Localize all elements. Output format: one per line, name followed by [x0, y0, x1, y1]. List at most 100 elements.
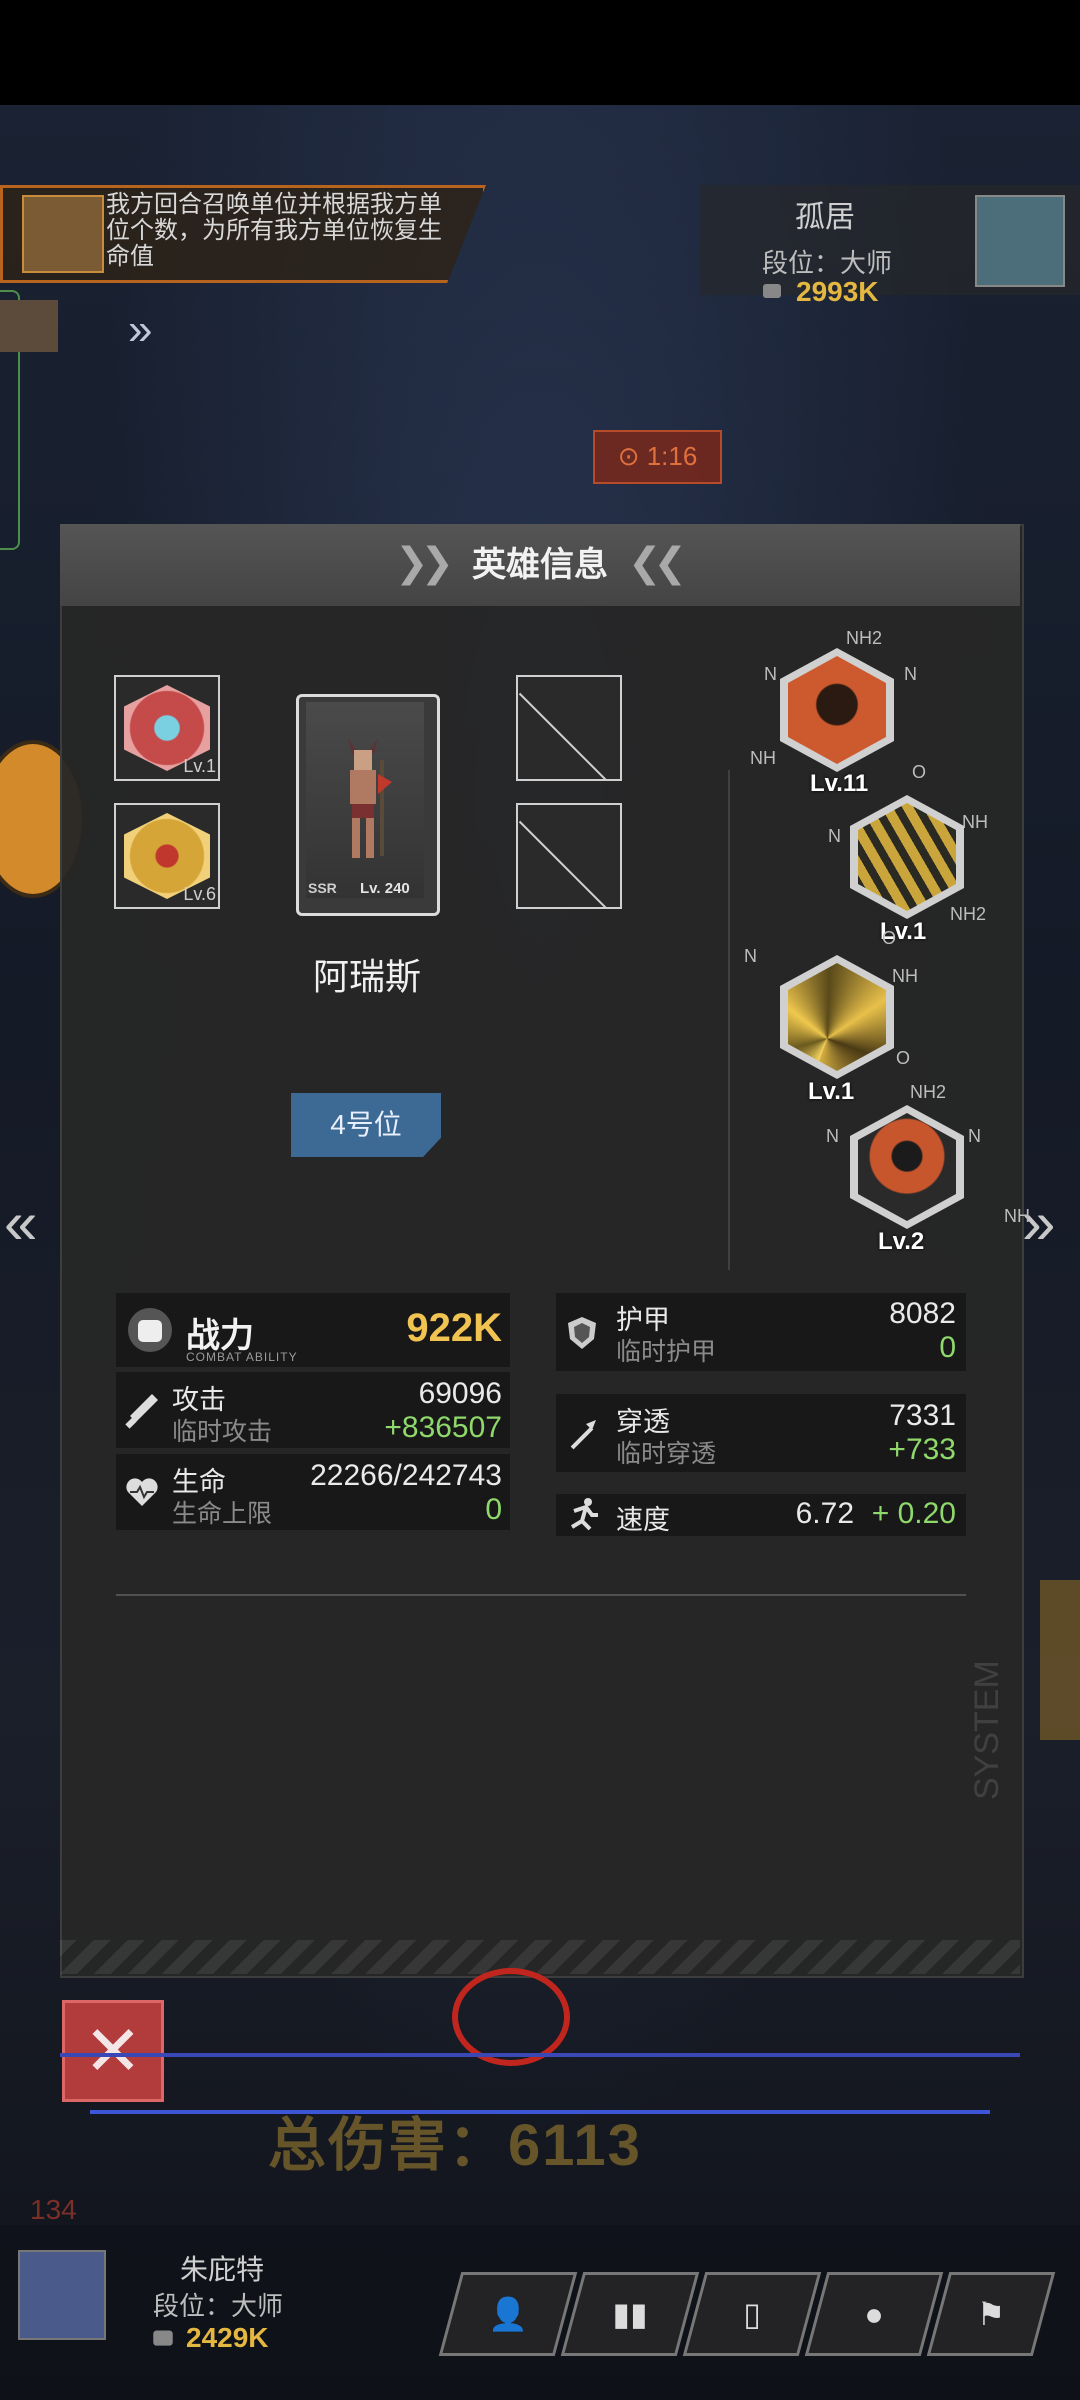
- equip-slot-2[interactable]: Lv.6: [114, 803, 220, 909]
- equip-slot-1[interactable]: Lv.1: [114, 675, 220, 781]
- temp-armor-value: 0: [939, 1331, 956, 1364]
- modal-hazard-stripe: [60, 1940, 1020, 1974]
- empty-slash-icon: [518, 820, 620, 907]
- running-icon: [570, 1498, 598, 1531]
- header-arrows-right-icon: ❯❯: [395, 541, 454, 585]
- player-name: 朱庇特: [180, 2254, 265, 2285]
- chem-label: NH: [962, 812, 988, 832]
- armor-value: 8082: [889, 1297, 956, 1330]
- hero-rarity: SSR: [308, 880, 337, 896]
- chem-label: N: [764, 664, 777, 684]
- opponent-name: 孤居: [795, 201, 855, 234]
- face-icon: ●: [864, 2296, 884, 2332]
- equip-slot-1-level: Lv.1: [183, 756, 216, 776]
- spear-icon: [570, 1420, 596, 1450]
- opponent-rank: 段位：大师: [762, 248, 893, 278]
- temp-attack-value: +836507: [384, 1411, 502, 1444]
- temp-pierce-value: +733: [888, 1433, 956, 1466]
- light-burst-icon: [788, 963, 886, 1071]
- stats-button[interactable]: ▮▮: [560, 2272, 700, 2356]
- header-arrows-left-icon: ❮❮: [628, 541, 687, 585]
- chem-label: N: [828, 826, 841, 846]
- surrender-button[interactable]: ⚑: [926, 2272, 1056, 2356]
- left-counter: 134: [30, 2194, 77, 2225]
- running-figure-icon: [858, 803, 956, 911]
- skill-3-level: Lv.1: [808, 1078, 855, 1105]
- max-hp-label: 生命上限: [172, 1500, 273, 1528]
- chem-label: NH2: [950, 904, 987, 924]
- chem-label: O: [882, 928, 897, 948]
- chem-label: NH: [750, 748, 776, 768]
- emote-button[interactable]: ●: [804, 2272, 944, 2356]
- fist-icon: [763, 284, 781, 298]
- ally-avatar[interactable]: [0, 300, 58, 352]
- chem-label: NH2: [910, 1082, 947, 1102]
- fist-icon: [128, 1308, 172, 1352]
- skill-4-level: Lv.2: [878, 1228, 925, 1255]
- fist-icon: [153, 2330, 173, 2346]
- opponent-avatar[interactable]: [975, 195, 1065, 287]
- prev-hero-arrow-icon[interactable]: «: [4, 1188, 37, 1257]
- hero-level: Lv. 240: [360, 880, 410, 897]
- empty-slot-2[interactable]: [516, 803, 622, 909]
- system-watermark: SYSTEM: [968, 1660, 1006, 1800]
- skill-1-level: Lv.11: [810, 770, 869, 797]
- bottle-icon: ▯: [743, 2296, 761, 2332]
- arena-line: [60, 2053, 1020, 2057]
- hp-value: 22266/242743: [310, 1459, 502, 1492]
- profile-button[interactable]: 👤: [438, 2272, 578, 2356]
- flame-beast-icon: [788, 656, 886, 764]
- red-target-ring: [452, 1968, 570, 2066]
- position-badge: 4号位: [291, 1093, 441, 1157]
- speed-label: 速度: [616, 1505, 670, 1535]
- chem-label: N: [904, 664, 917, 684]
- right-side-unit: [1040, 1580, 1080, 1740]
- flag-icon: ⚑: [976, 2296, 1006, 2332]
- empty-slash-icon: [518, 692, 620, 779]
- demon-icon: [858, 1113, 956, 1221]
- temp-pierce-label: 临时穿透: [616, 1440, 717, 1468]
- sword-icon: [125, 1394, 158, 1429]
- equip-slot-2-level: Lv.6: [183, 884, 216, 904]
- total-damage: 总伤害：6113: [268, 2113, 642, 2178]
- chem-label: NH: [1004, 1206, 1030, 1226]
- combat-value: 922K: [406, 1306, 502, 1350]
- max-hp-bonus: 0: [485, 1493, 502, 1526]
- chem-label: O: [912, 762, 927, 782]
- opponent-power: 2993K: [796, 276, 879, 307]
- skill-portrait: [22, 195, 104, 273]
- shield-icon: [568, 1317, 596, 1349]
- player-avatar[interactable]: [18, 2250, 106, 2340]
- temp-attack-label: 临时攻击: [172, 1418, 273, 1446]
- pierce-value: 7331: [889, 1399, 956, 1432]
- empty-slot-1[interactable]: [516, 675, 622, 781]
- chem-label: N: [968, 1126, 981, 1146]
- item-button[interactable]: ▯: [682, 2272, 822, 2356]
- temp-armor-label: 临时护甲: [616, 1338, 717, 1366]
- skill-description: 我方回合召唤单位并根据我方单位个数，为所有我方单位恢复生命值: [106, 191, 442, 270]
- combat-sublabel: COMBAT ABILITY: [186, 1350, 298, 1364]
- player-rank: 段位：大师: [153, 2291, 284, 2321]
- status-bar-area: [0, 0, 1080, 105]
- turn-timer: ⊙ 1:16: [593, 430, 722, 484]
- chem-label: NH2: [846, 628, 883, 648]
- heart-icon: [126, 1478, 158, 1506]
- close-button[interactable]: ✕: [62, 2000, 164, 2102]
- modal-header: 英雄信息: [60, 524, 1020, 606]
- player-power: 2429K: [186, 2322, 269, 2353]
- fast-forward-icon[interactable]: »: [128, 305, 152, 355]
- close-icon: ✕: [83, 2012, 143, 2090]
- chem-label: N: [744, 946, 757, 966]
- attack-value: 69096: [418, 1377, 502, 1410]
- chem-label: O: [896, 1048, 911, 1068]
- chem-label: NH: [892, 966, 918, 986]
- speed-value: 6.72: [795, 1497, 854, 1530]
- chem-label: N: [826, 1126, 839, 1146]
- modal-title: 英雄信息: [472, 546, 608, 584]
- hero-name: 阿瑞斯: [312, 956, 421, 997]
- chart-icon: ▮▮: [612, 2296, 648, 2332]
- speed-bonus: + 0.20: [871, 1497, 956, 1530]
- skill-divider: [728, 770, 730, 1270]
- stats-separator: [116, 1594, 966, 1596]
- user-icon: 👤: [488, 2296, 528, 2332]
